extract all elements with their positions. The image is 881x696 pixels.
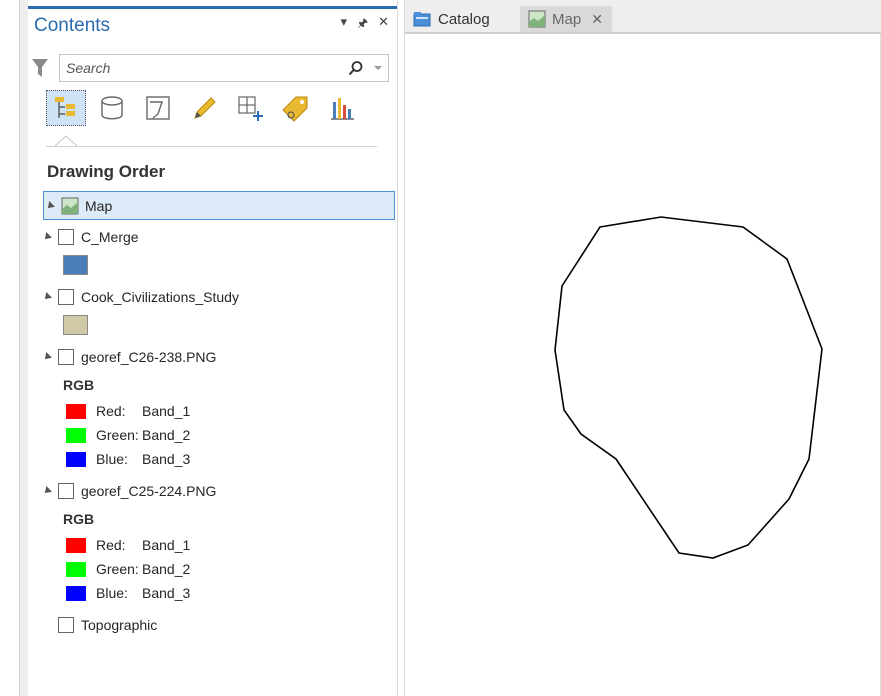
boundary-polygon[interactable] (554, 216, 823, 559)
map-icon (528, 10, 546, 28)
pencil-icon (194, 97, 216, 119)
drawing-order-icon (55, 97, 75, 118)
toolbar-divider (46, 146, 377, 147)
layer-label: georef_C25-224.PNG (81, 483, 217, 499)
layer-label: C_Merge (81, 229, 139, 245)
catalog-icon (413, 12, 431, 27)
band-row[interactable]: Blue: Band_3 (66, 448, 190, 470)
tree-row-layer[interactable]: georef_C25-224.PNG (42, 477, 217, 505)
pin-icon[interactable]: 🖈 (357, 14, 368, 32)
tree-row-layer[interactable]: Topographic (58, 611, 157, 639)
data-source-button[interactable] (92, 90, 132, 126)
expand-toggle-icon[interactable] (42, 352, 52, 362)
expand-toggle-icon[interactable] (42, 232, 52, 242)
band-channel: Green: (96, 427, 139, 443)
band-channel: Blue: (96, 451, 128, 467)
labeling-button[interactable] (276, 90, 316, 126)
drawing-order-button[interactable] (46, 90, 86, 126)
pane-controls: ▾ 🖈 ✕ (340, 14, 389, 32)
map-icon (61, 197, 79, 214)
band-name: Band_3 (142, 585, 191, 601)
renderer-label: RGB (63, 377, 95, 393)
layer-visibility-checkbox[interactable] (58, 483, 74, 499)
search-box (59, 54, 389, 82)
layer-label: Cook_Civilizations_Study (81, 289, 239, 305)
pane-title: Contents (34, 15, 111, 36)
tree-row-layer[interactable]: C_Merge (42, 223, 139, 251)
pane-options-icon[interactable]: ▾ (340, 14, 347, 32)
expand-toggle-icon[interactable] (42, 292, 52, 302)
band-color-swatch[interactable] (66, 537, 86, 553)
band-name: Band_2 (142, 561, 191, 577)
view-tab-strip: Catalog Map ✕ (405, 0, 881, 33)
left-dock-strip (0, 0, 20, 696)
band-color-swatch[interactable] (66, 561, 86, 577)
band-name: Band_1 (142, 537, 191, 553)
search-options-chevron-icon[interactable] (374, 66, 382, 70)
bar-chart-icon (331, 98, 354, 120)
selection-icon (146, 96, 170, 120)
contents-pane: Contents ▾ 🖈 ✕ Search Drawing Order Map … (28, 0, 398, 696)
map-canvas[interactable] (405, 34, 881, 696)
band-color-swatch[interactable] (66, 403, 86, 419)
snapping-button[interactable] (230, 90, 270, 126)
band-channel: Red: (96, 537, 126, 553)
band-row[interactable]: Red: Band_1 (66, 534, 190, 556)
tab-label: Catalog (438, 10, 490, 28)
database-icon (101, 96, 123, 120)
dock-gap (20, 0, 28, 696)
layer-visibility-checkbox[interactable] (58, 349, 74, 365)
selection-button[interactable] (138, 90, 178, 126)
band-channel: Green: (96, 561, 139, 577)
expand-toggle-icon[interactable] (42, 486, 52, 496)
band-name: Band_1 (142, 403, 191, 419)
tab-label: Map (552, 10, 582, 28)
close-tab-icon[interactable]: ✕ (591, 11, 603, 28)
tree-row-layer[interactable]: Cook_Civilizations_Study (42, 283, 239, 311)
band-row[interactable]: Green: Band_2 (66, 424, 190, 446)
close-pane-icon[interactable]: ✕ (378, 14, 389, 32)
band-color-swatch[interactable] (66, 427, 86, 443)
map-view[interactable] (405, 34, 881, 696)
band-row[interactable]: Red: Band_1 (66, 400, 190, 422)
layer-visibility-checkbox[interactable] (58, 229, 74, 245)
symbol-swatch[interactable] (63, 315, 88, 335)
filter-icon[interactable] (31, 57, 49, 79)
search-icon[interactable] (348, 60, 364, 76)
pane-active-accent (28, 6, 397, 9)
layer-label: Topographic (81, 617, 158, 633)
tree-row-label: Map (85, 197, 113, 214)
band-color-swatch[interactable] (66, 451, 86, 467)
renderer-label: RGB (63, 511, 95, 527)
section-heading: Drawing Order (47, 162, 166, 181)
label-tag-icon (282, 96, 308, 122)
contents-view-toolbar (46, 90, 376, 128)
symbol-swatch[interactable] (63, 255, 88, 275)
charts-button[interactable] (322, 90, 362, 126)
band-name: Band_3 (142, 451, 191, 467)
band-row[interactable]: Green: Band_2 (66, 558, 190, 580)
layer-visibility-checkbox[interactable] (58, 617, 74, 633)
layer-label: georef_C26-238.PNG (81, 349, 217, 365)
band-row[interactable]: Blue: Band_3 (66, 582, 190, 604)
band-channel: Blue: (96, 585, 128, 601)
tree-row-map[interactable]: Map (43, 191, 395, 220)
band-color-swatch[interactable] (66, 585, 86, 601)
tab-catalog[interactable]: Catalog (413, 7, 490, 31)
layer-visibility-checkbox[interactable] (58, 289, 74, 305)
search-input[interactable] (66, 59, 326, 77)
expand-toggle-icon[interactable] (45, 200, 55, 211)
tree-row-layer[interactable]: georef_C26-238.PNG (42, 343, 217, 371)
band-name: Band_2 (142, 427, 191, 443)
tab-map[interactable]: Map ✕ (520, 6, 612, 32)
editing-button[interactable] (184, 90, 224, 126)
band-channel: Red: (96, 403, 126, 419)
snapping-icon (238, 96, 263, 121)
